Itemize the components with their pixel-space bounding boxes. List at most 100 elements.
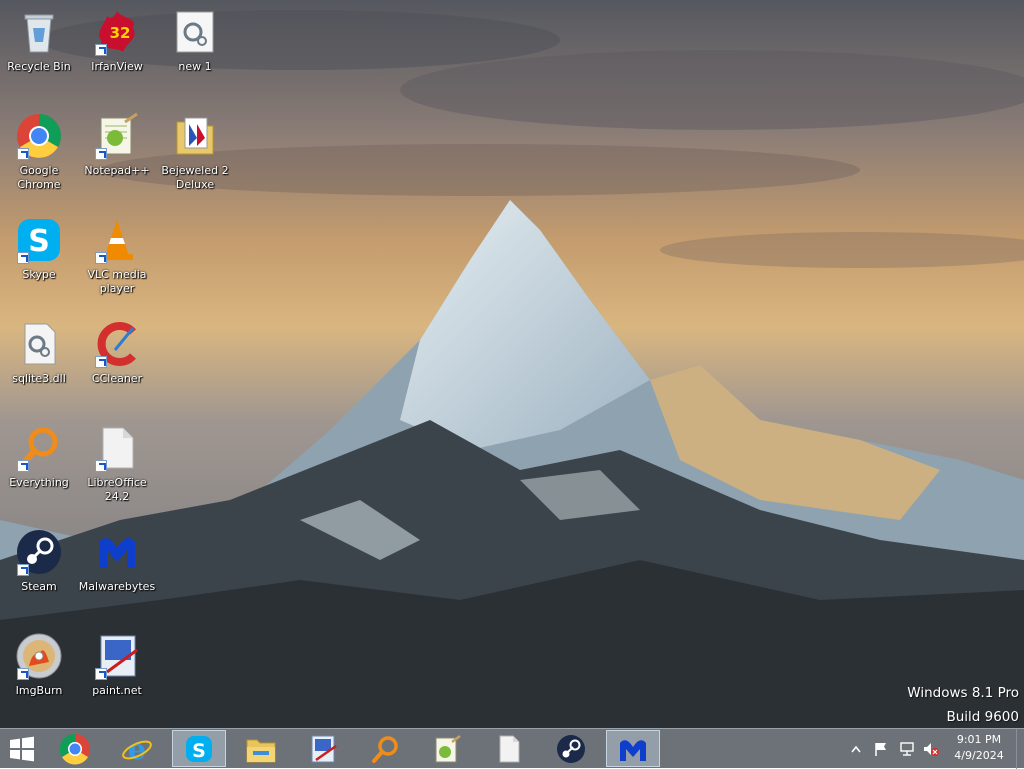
desktop-icon-label: Bejeweled 2 Deluxe (161, 164, 229, 191)
recycle-bin-icon (15, 8, 63, 56)
shortcut-arrow-icon (17, 148, 29, 160)
desktop-icon-label: new 1 (178, 60, 212, 73)
file-explorer-icon (246, 739, 276, 762)
desktop-icon-everything[interactable]: Everything (0, 424, 78, 490)
desktop-icon-label: Everything (9, 476, 69, 489)
desktop-icon-malwarebytes[interactable]: Malwarebytes (78, 528, 156, 594)
steam-icon (557, 734, 585, 763)
skype-icon: S (15, 216, 63, 264)
windows-build-watermark: Build 9600 (946, 709, 1019, 725)
desktop-icon-sqlite3-dll[interactable]: sqlite3.dll (0, 320, 78, 386)
ccleaner-icon (93, 320, 141, 368)
taskbar-notepadpp-button[interactable] (420, 730, 474, 767)
clock-time: 9:01 PM (956, 733, 1002, 746)
taskbar-skype-button[interactable]: S (172, 730, 226, 767)
skype-icon: S (186, 735, 212, 762)
taskbar-malwarebytes-button[interactable] (606, 730, 660, 767)
libreoffice-icon (499, 735, 520, 762)
shortcut-arrow-icon (95, 668, 107, 680)
taskbar-internet-explorer-button[interactable]: e (110, 730, 164, 767)
steam-icon (15, 528, 63, 576)
desktop-icon-label: Notepad++ (84, 164, 150, 177)
imgburn-icon (15, 632, 63, 680)
chrome-icon (15, 112, 63, 160)
taskbar-libreoffice-button[interactable] (482, 730, 536, 767)
desktop-icon-notepadpp[interactable]: Notepad++ (78, 112, 156, 178)
desktop-icon-irfanview[interactable]: 32 IrfanView (78, 8, 156, 74)
taskbar: e S 9:01 PM 4/9/2024 (0, 728, 1024, 769)
desktop-icon-recycle-bin[interactable]: Recycle Bin (0, 8, 78, 74)
network-status-button[interactable] (896, 729, 918, 769)
show-hidden-icons-button[interactable] (848, 729, 864, 769)
paintnet-icon (93, 632, 141, 680)
desktop-icon-vlc[interactable]: VLC media player (78, 216, 156, 296)
shortcut-arrow-icon (17, 564, 29, 576)
windows-edition-watermark: Windows 8.1 Pro (907, 685, 1019, 701)
vlc-icon (93, 216, 141, 264)
desktop-icon-bejeweled-2-deluxe[interactable]: Bejeweled 2 Deluxe (156, 112, 234, 192)
shortcut-arrow-icon (95, 356, 107, 368)
notepadpp-icon (93, 112, 141, 160)
volume-muted-button[interactable] (920, 729, 942, 769)
desktop-icon-libreoffice[interactable]: LibreOffice 24.2 (78, 424, 156, 504)
paintnet-icon (311, 735, 337, 762)
chevron-up-icon (851, 745, 861, 753)
desktop-icon-new-1[interactable]: new 1 (156, 8, 234, 74)
irfanview-badge: 32 (110, 24, 131, 42)
desktop-icon-label: sqlite3.dll (12, 372, 66, 385)
desktop-icon-label: Skype (22, 268, 56, 281)
svg-text:e: e (128, 733, 146, 765)
everything-icon (15, 424, 63, 472)
desktop-icon-ccleaner[interactable]: CCleaner (78, 320, 156, 386)
show-desktop-button[interactable] (1016, 729, 1024, 769)
shortcut-arrow-icon (17, 460, 29, 472)
desktop-icon-skype[interactable]: S Skype (0, 216, 78, 282)
notepadpp-icon (435, 734, 461, 762)
taskbar-chrome-button[interactable] (48, 730, 102, 767)
desktop-icon-label: VLC media player (87, 268, 147, 295)
desktop-icon-label: Malwarebytes (78, 580, 156, 593)
desktop-icon-label: CCleaner (91, 372, 143, 385)
desktop-icon-label: Steam (21, 580, 57, 593)
desktop-icon-label: ImgBurn (15, 684, 63, 697)
desktop-icon-label: IrfanView (91, 60, 143, 73)
desktop[interactable]: Recycle Bin Google Chrome S Skype sqlite… (0, 0, 1024, 728)
desktop-icon-google-chrome[interactable]: Google Chrome (0, 112, 78, 192)
taskbar-everything-button[interactable] (358, 730, 412, 767)
desktop-icon-label: Google Chrome (17, 164, 61, 191)
flag-icon (875, 743, 886, 756)
dll-file-icon (15, 320, 63, 368)
network-icon (900, 742, 914, 756)
internet-explorer-icon: e (122, 733, 152, 765)
shortcut-arrow-icon (17, 252, 29, 264)
shortcut-arrow-icon (95, 148, 107, 160)
irfanview-icon: 32 (93, 8, 141, 56)
action-center-flag-button[interactable] (870, 729, 892, 769)
volume-muted-icon (924, 743, 939, 756)
svg-text:S: S (192, 740, 206, 762)
desktop-icon-paintnet[interactable]: paint.net (78, 632, 156, 698)
malwarebytes-icon (93, 528, 141, 576)
malwarebytes-icon (620, 739, 646, 761)
taskbar-paintnet-button[interactable] (296, 730, 350, 767)
desktop-icon-label: Recycle Bin (7, 60, 71, 73)
shortcut-arrow-icon (17, 668, 29, 680)
desktop-icon-imgburn[interactable]: ImgBurn (0, 632, 78, 698)
taskbar-file-explorer-button[interactable] (234, 730, 288, 767)
libreoffice-icon (93, 424, 141, 472)
shortcut-arrow-icon (95, 252, 107, 264)
chrome-icon (59, 733, 90, 765)
windows-start-icon (10, 736, 34, 761)
start-button[interactable] (0, 730, 44, 767)
shortcut-arrow-icon (95, 460, 107, 472)
desktop-icon-steam[interactable]: Steam (0, 528, 78, 594)
clock-date: 4/9/2024 (954, 749, 1004, 762)
taskbar-clock[interactable]: 9:01 PM 4/9/2024 (954, 732, 1004, 764)
desktop-icon-label: LibreOffice 24.2 (87, 476, 147, 503)
shortcut-arrow-icon (95, 44, 107, 56)
folder-icon (171, 112, 219, 160)
desktop-icon-label: paint.net (92, 684, 142, 697)
everything-icon (372, 735, 398, 763)
taskbar-steam-button[interactable] (544, 730, 598, 767)
svg-text:S: S (28, 224, 50, 259)
